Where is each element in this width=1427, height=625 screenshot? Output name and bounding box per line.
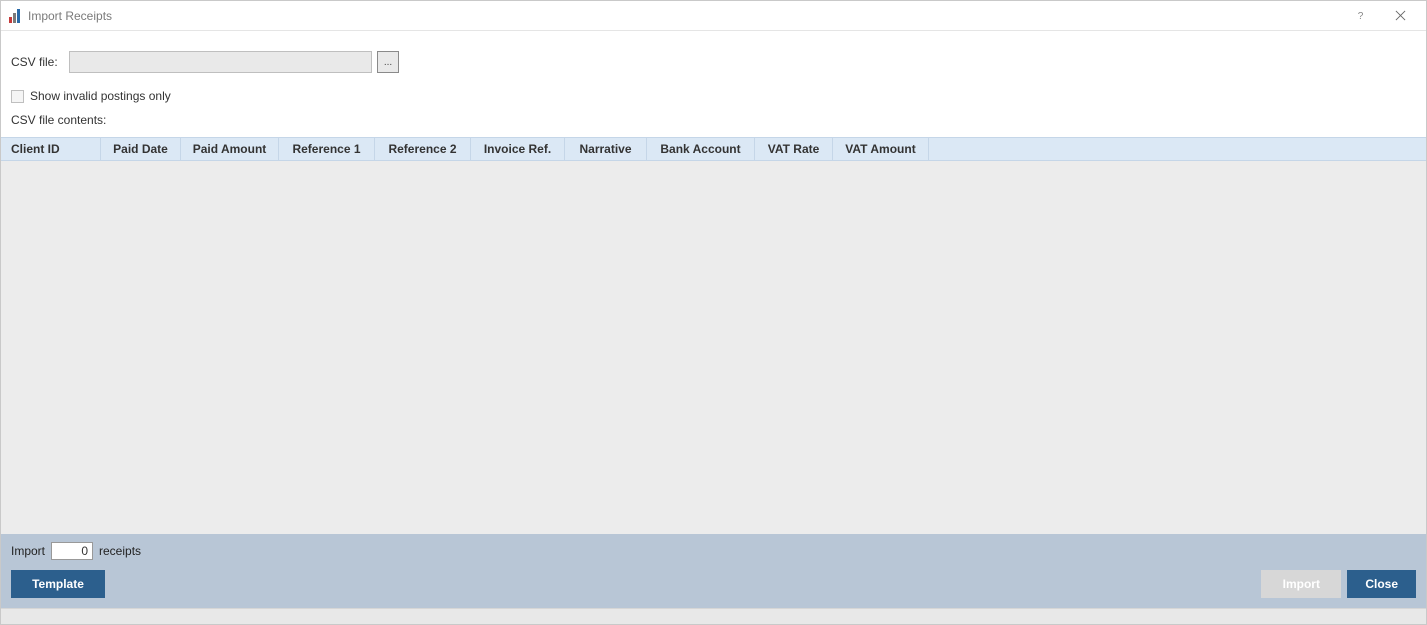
column-header[interactable]: Invoice Ref.	[471, 138, 565, 160]
grid-body[interactable]	[1, 161, 1426, 534]
column-header[interactable]: Client ID	[1, 138, 101, 160]
column-header-spacer	[929, 138, 1426, 160]
show-invalid-checkbox[interactable]	[11, 90, 24, 103]
column-header[interactable]: VAT Amount	[833, 138, 929, 160]
browse-button[interactable]: ...	[377, 51, 399, 73]
csv-file-input[interactable]	[69, 51, 372, 73]
template-button[interactable]: Template	[11, 570, 105, 598]
help-button[interactable]: ?	[1340, 2, 1380, 30]
contents-label: CSV file contents:	[11, 113, 1416, 127]
app-icon	[9, 9, 20, 23]
column-header[interactable]: Bank Account	[647, 138, 755, 160]
column-header[interactable]: Narrative	[565, 138, 647, 160]
grid: Client ID Paid Date Paid Amount Referenc…	[1, 137, 1426, 534]
import-prefix: Import	[11, 544, 45, 558]
help-icon: ?	[1355, 10, 1366, 21]
close-button[interactable]: Close	[1347, 570, 1416, 598]
close-window-button[interactable]	[1380, 2, 1420, 30]
column-header[interactable]: Paid Date	[101, 138, 181, 160]
column-header[interactable]: Reference 1	[279, 138, 375, 160]
import-count-field[interactable]: 0	[51, 542, 93, 560]
titlebar: Import Receipts ?	[1, 1, 1426, 31]
column-header[interactable]: Paid Amount	[181, 138, 279, 160]
import-receipts-dialog: Import Receipts ? CSV file: ... Show inv…	[0, 0, 1427, 625]
status-strip	[1, 608, 1426, 624]
window-title: Import Receipts	[28, 9, 112, 23]
import-suffix: receipts	[99, 544, 141, 558]
import-button[interactable]: Import	[1261, 570, 1341, 598]
close-icon	[1395, 10, 1406, 21]
column-header[interactable]: VAT Rate	[755, 138, 833, 160]
grid-header: Client ID Paid Date Paid Amount Referenc…	[1, 137, 1426, 161]
show-invalid-label: Show invalid postings only	[30, 89, 171, 103]
column-header[interactable]: Reference 2	[375, 138, 471, 160]
svg-text:?: ?	[1357, 11, 1363, 21]
footer-bar: Import 0 receipts Template Import Close	[1, 534, 1426, 608]
form-area: CSV file: ... Show invalid postings only…	[1, 31, 1426, 137]
csv-file-label: CSV file:	[11, 55, 69, 69]
